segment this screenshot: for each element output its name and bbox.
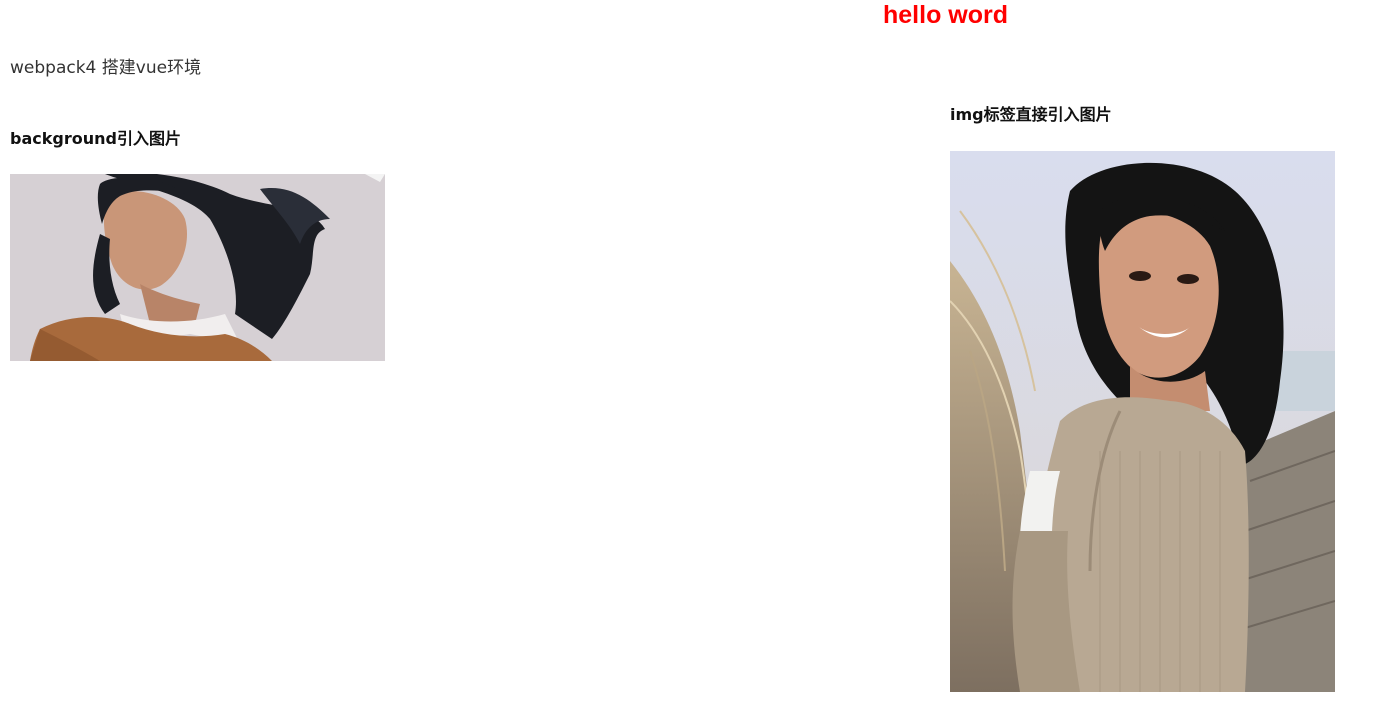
img-section-heading: img标签直接引入图片 bbox=[950, 105, 1112, 124]
hello-heading: hello word bbox=[883, 1, 1008, 29]
background-section-heading: background引入图片 bbox=[10, 129, 181, 148]
background-image bbox=[10, 174, 385, 361]
background-photo-illustration bbox=[10, 174, 385, 361]
img-tag-image bbox=[950, 151, 1335, 692]
page-root: hello word webpack4 搭建vue环境 background引入… bbox=[0, 0, 1379, 725]
intro-subtitle: webpack4 搭建vue环境 bbox=[10, 58, 202, 78]
img-photo-illustration bbox=[950, 151, 1335, 692]
